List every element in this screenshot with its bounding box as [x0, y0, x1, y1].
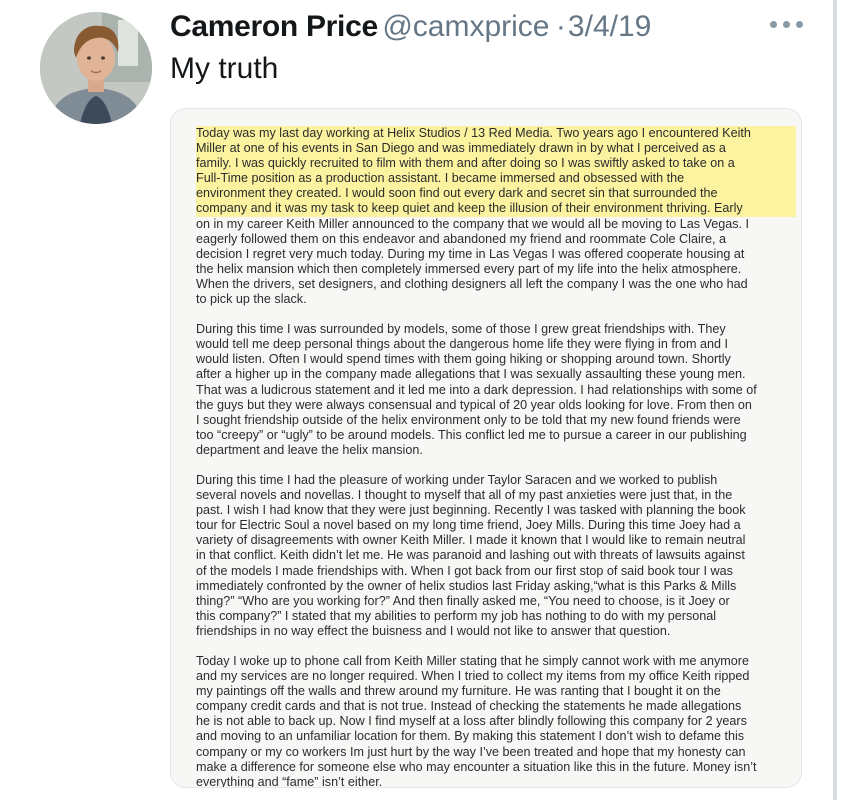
letter-line: department and leave the helix mansion. [196, 442, 423, 457]
letter-line: several novels and novellas. I thought t… [196, 488, 733, 503]
tweet: Cameron Price @camxprice ·3/4/19 My trut… [0, 0, 843, 800]
letter-line: thing?” “Who are you working for?” And t… [196, 593, 730, 608]
user-handle[interactable]: @camxprice [382, 10, 549, 43]
avatar[interactable] [40, 12, 152, 124]
letter-paragraph: Today was my last day working at Helix S… [196, 126, 796, 307]
letter-line: to pick up the slack. [196, 292, 307, 307]
scrollbar[interactable] [833, 0, 837, 800]
letter-paragraph: During this time I was surrounded by mod… [196, 322, 796, 458]
letter-line: the helix mansion which then completely … [196, 261, 742, 276]
letter-line: When the drivers, set designers, and clo… [196, 276, 748, 291]
letter-line: my paintings off the walls and threw aro… [196, 684, 721, 699]
letter-line: Full-Time position as a production assis… [196, 171, 796, 187]
letter-line: and moving to an unfamiliar location for… [196, 729, 745, 744]
letter-line: tour for Electric Soul a novel based on … [196, 518, 741, 533]
more-options-icon[interactable] [770, 12, 810, 36]
letter-line: During this time I had the pleasure of w… [196, 472, 718, 487]
letter-line: Miller at one of his events in San Diego… [196, 141, 796, 157]
tweet-header: Cameron Price @camxprice ·3/4/19 [170, 10, 651, 50]
letter-line: of the models I made friendships with. W… [196, 563, 733, 578]
letter-line: variety of disagreements with owner Keit… [196, 533, 746, 548]
letter-line: and my services are no longer required. … [196, 669, 750, 684]
letter-line: company or my co workers Im just hurt by… [196, 744, 746, 759]
separator-dot: · [555, 10, 566, 43]
letter-line: past. I wish I had know that they were j… [196, 503, 746, 518]
letter-line: immediately confronted by the owner of h… [196, 578, 737, 593]
letter-line: Today I woke up to phone call from Keith… [196, 654, 749, 668]
letter-line: Today was my last day working at Helix S… [196, 126, 796, 142]
tweet-date[interactable]: 3/4/19 [568, 10, 651, 43]
tweet-image[interactable]: Today was my last day working at Helix S… [170, 108, 802, 788]
letter-line: would tell me deep personal things about… [196, 337, 729, 352]
letter-line: decision I regret very much today. Durin… [196, 246, 745, 261]
letter-paragraph: During this time I had the pleasure of w… [196, 473, 796, 639]
letter-line: friendships in no way effect the buisnes… [196, 623, 671, 638]
letter-line: company credit cards and that is not tru… [196, 699, 742, 714]
letter-line: on in my career Keith Miller announced t… [196, 216, 750, 231]
letter-line: make a difference for someone else who m… [196, 759, 757, 774]
letter-line: everything and “fame” isn’t either. [196, 774, 383, 788]
letter-line: this company?” I stated that my abilitie… [196, 608, 717, 623]
letter-line: would listen. Often I would spend times … [196, 352, 731, 367]
letter-line: I sought friendship outside of the helix… [196, 412, 741, 427]
letter-line: environment they created. I would soon f… [196, 186, 796, 202]
display-name[interactable]: Cameron Price [170, 10, 378, 43]
profile-photo-icon [40, 12, 152, 124]
letter-line: too “creepy” or “ugly” to be around mode… [196, 427, 747, 442]
letter-line: the guys but they were always consensual… [196, 397, 752, 412]
letter-line: family. I was quickly recruited to film … [196, 156, 796, 172]
letter-line: after a higher up in the company made al… [196, 367, 746, 382]
letter-text: Today was my last day working at Helix S… [196, 126, 796, 788]
tweet-text: My truth [170, 52, 279, 85]
letter-paragraph: Today I woke up to phone call from Keith… [196, 654, 796, 788]
letter-line: company and it was my task to keep quiet… [196, 201, 796, 217]
letter-line: he is not able to back up. Now I find my… [196, 714, 747, 729]
letter-line: That was a ludicrous statement and it le… [196, 382, 757, 397]
letter-line: During this time I was surrounded by mod… [196, 322, 726, 337]
letter-line: in that conflict. Keith didn’t let me. H… [196, 548, 745, 563]
letter-line: eagerly followed them on this endeavor a… [196, 231, 726, 246]
